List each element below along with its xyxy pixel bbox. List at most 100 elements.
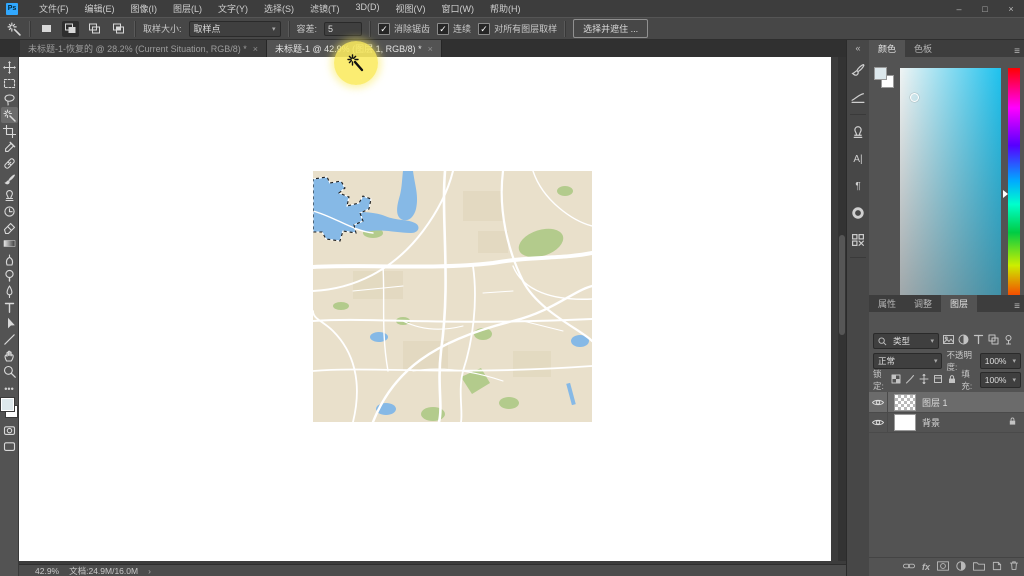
paragraph-panel-icon[interactable]: ¶ bbox=[849, 176, 867, 196]
brush-settings-panel-icon[interactable] bbox=[849, 87, 867, 107]
maximize-button[interactable]: □ bbox=[972, 4, 998, 14]
zoom-level[interactable]: 42.9% bbox=[35, 566, 59, 576]
crop-tool[interactable] bbox=[1, 123, 18, 139]
map-image[interactable] bbox=[313, 171, 592, 422]
menu-window[interactable]: 窗口(W) bbox=[435, 1, 482, 16]
lock-image-pixels-icon[interactable] bbox=[905, 374, 915, 386]
tab-layers[interactable]: 图层 bbox=[941, 295, 977, 312]
layer-name[interactable]: 图层 1 bbox=[922, 396, 948, 409]
magic-wand-tool[interactable] bbox=[1, 107, 18, 123]
minimize-button[interactable]: – bbox=[946, 4, 972, 14]
shape-tool[interactable] bbox=[1, 331, 18, 347]
tab-color[interactable]: 颜色 bbox=[869, 40, 905, 57]
foreground-color-swatch[interactable] bbox=[1, 398, 14, 411]
antialias-checkbox[interactable]: ✓ 消除锯齿 bbox=[378, 22, 430, 35]
vertical-scrollbar[interactable] bbox=[838, 57, 846, 561]
intersect-selection-mode-icon[interactable] bbox=[110, 21, 127, 37]
color-picker-marker[interactable] bbox=[910, 93, 919, 102]
layer-thumbnail[interactable] bbox=[894, 394, 916, 411]
new-selection-mode-icon[interactable] bbox=[38, 21, 55, 37]
path-selection-tool[interactable] bbox=[1, 315, 18, 331]
opacity-dropdown[interactable]: 100% ▾ bbox=[980, 353, 1021, 369]
subtract-from-selection-mode-icon[interactable] bbox=[86, 21, 103, 37]
layer-visibility-toggle[interactable] bbox=[869, 392, 888, 412]
filter-adjustment-layers-icon[interactable] bbox=[958, 332, 969, 350]
brush-tool[interactable] bbox=[1, 171, 18, 187]
filter-shape-layers-icon[interactable] bbox=[988, 332, 999, 350]
tab-adjustments[interactable]: 调整 bbox=[905, 295, 941, 312]
close-tab-icon[interactable]: × bbox=[428, 44, 433, 54]
properties-panel-icon[interactable] bbox=[849, 203, 867, 223]
tolerance-input[interactable] bbox=[324, 22, 362, 36]
menu-3d[interactable]: 3D(D) bbox=[349, 1, 387, 16]
menu-file[interactable]: 文件(F) bbox=[32, 1, 76, 16]
dodge-tool[interactable] bbox=[1, 267, 18, 283]
link-layers-icon[interactable] bbox=[903, 558, 915, 576]
hand-tool[interactable] bbox=[1, 347, 18, 363]
layer-mask-icon[interactable] bbox=[937, 558, 949, 576]
spot-healing-brush-tool[interactable] bbox=[1, 155, 18, 171]
gradient-tool[interactable] bbox=[1, 235, 18, 251]
glyphs-panel-icon[interactable] bbox=[849, 230, 867, 250]
zoom-tool[interactable] bbox=[1, 363, 18, 379]
saturation-brightness-field[interactable] bbox=[900, 68, 1001, 303]
panel-menu-icon[interactable]: ≡ bbox=[1014, 46, 1020, 57]
layer-visibility-toggle[interactable] bbox=[869, 412, 888, 432]
lock-transparent-pixels-icon[interactable] bbox=[891, 374, 901, 386]
close-tab-icon[interactable]: × bbox=[253, 44, 258, 54]
menu-filter[interactable]: 滤镜(T) bbox=[303, 1, 347, 16]
filter-type-layers-icon[interactable] bbox=[973, 332, 984, 350]
clone-source-panel-icon[interactable] bbox=[849, 122, 867, 142]
menu-type[interactable]: 文字(Y) bbox=[211, 1, 255, 16]
close-button[interactable]: × bbox=[998, 4, 1024, 14]
panel-menu-icon[interactable]: ≡ bbox=[1014, 301, 1020, 312]
menu-select[interactable]: 选择(S) bbox=[257, 1, 301, 16]
tab-swatches[interactable]: 色板 bbox=[905, 40, 941, 57]
filter-smart-objects-icon[interactable] bbox=[1003, 332, 1014, 350]
lasso-tool[interactable] bbox=[1, 91, 18, 107]
new-group-icon[interactable] bbox=[973, 558, 985, 576]
scrollbar-thumb[interactable] bbox=[839, 235, 845, 335]
rectangular-marquee-tool[interactable] bbox=[1, 75, 18, 91]
move-tool[interactable] bbox=[1, 59, 18, 75]
menu-edit[interactable]: 编辑(E) bbox=[78, 1, 122, 16]
screen-mode-button[interactable] bbox=[1, 438, 18, 454]
contiguous-checkbox[interactable]: ✓ 连续 bbox=[437, 22, 471, 35]
adjustment-layer-icon[interactable] bbox=[956, 558, 966, 576]
menu-image[interactable]: 图像(I) bbox=[124, 1, 165, 16]
eraser-tool[interactable] bbox=[1, 219, 18, 235]
menu-layer[interactable]: 图层(L) bbox=[166, 1, 209, 16]
quick-mask-button[interactable] bbox=[1, 422, 18, 438]
blend-mode-dropdown[interactable]: 正常 ▾ bbox=[873, 353, 942, 369]
filter-pixel-layers-icon[interactable] bbox=[943, 332, 954, 350]
type-tool[interactable] bbox=[1, 299, 18, 315]
magic-wand-tool-preset-icon[interactable] bbox=[5, 21, 22, 37]
lock-position-icon[interactable] bbox=[919, 374, 929, 386]
brush-panel-icon[interactable] bbox=[849, 60, 867, 80]
lock-artboard-icon[interactable] bbox=[933, 374, 943, 386]
foreground-color-swatch[interactable] bbox=[874, 67, 887, 80]
add-to-selection-mode-icon[interactable] bbox=[62, 21, 79, 37]
menu-view[interactable]: 视图(V) bbox=[389, 1, 433, 16]
new-layer-icon[interactable] bbox=[992, 558, 1002, 576]
tab-properties[interactable]: 属性 bbox=[869, 295, 905, 312]
history-brush-tool[interactable] bbox=[1, 203, 18, 219]
select-and-mask-button[interactable]: 选择并遮住 ... bbox=[573, 19, 648, 38]
status-options-icon[interactable]: › bbox=[148, 566, 151, 576]
edit-toolbar-icon[interactable]: ••• bbox=[4, 386, 13, 392]
character-panel-icon[interactable]: A| bbox=[849, 149, 867, 169]
hue-slider-arrow-icon[interactable] bbox=[1003, 190, 1008, 198]
document-tab-inactive[interactable]: 未标题-1-恢复的 @ 28.2% (Current Situation, RG… bbox=[20, 40, 267, 57]
layer-row-selected[interactable]: 图层 1 bbox=[869, 392, 1024, 413]
collapse-panels-icon[interactable]: « bbox=[855, 43, 860, 53]
layer-name[interactable]: 背景 bbox=[922, 416, 940, 429]
layer-row-background[interactable]: 背景 bbox=[869, 412, 1024, 433]
hue-slider[interactable] bbox=[1008, 68, 1020, 303]
color-swatches[interactable] bbox=[1, 398, 18, 418]
layer-style-icon[interactable]: fx bbox=[922, 562, 930, 572]
menu-help[interactable]: 帮助(H) bbox=[483, 1, 528, 16]
lock-all-icon[interactable] bbox=[947, 374, 957, 386]
document-canvas[interactable] bbox=[19, 57, 831, 561]
smudge-tool[interactable] bbox=[1, 251, 18, 267]
sample-size-dropdown[interactable]: 取样点 ▾ bbox=[189, 21, 281, 37]
